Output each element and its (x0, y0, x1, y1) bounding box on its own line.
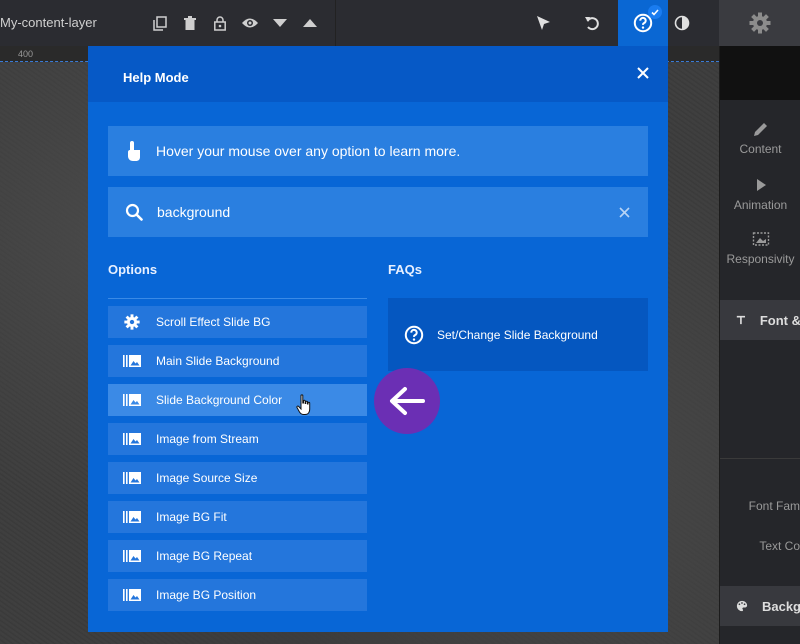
text-color-label: Text Co (759, 539, 800, 553)
hint-text: Hover your mouse over any option to lear… (156, 143, 461, 159)
hand-pointer-icon (128, 141, 140, 161)
help-mode-button[interactable] (618, 0, 668, 46)
search-input[interactable] (157, 197, 616, 227)
nav-content[interactable]: Content (720, 120, 800, 156)
options-divider (108, 298, 367, 299)
arrow-left-icon (374, 368, 440, 434)
nav-responsivity-label: Responsivity (726, 252, 795, 266)
play-icon (756, 179, 766, 191)
duplicate-icon[interactable] (150, 13, 170, 33)
option-image-from-stream[interactable]: Image from Stream (108, 423, 367, 455)
option-main-slide-background[interactable]: Main Slide Background (108, 345, 367, 377)
trash-icon[interactable] (180, 13, 200, 33)
font-family-label: Font Fam (748, 499, 800, 513)
bg-image-icon (123, 354, 141, 368)
clear-search-icon[interactable] (616, 204, 632, 220)
option-label: Image Source Size (156, 471, 258, 485)
ruler-mark: 400 (18, 49, 34, 59)
modal-title: Help Mode (123, 70, 189, 85)
option-scroll-effect-slide-bg[interactable]: Scroll Effect Slide BG (108, 306, 367, 338)
undo-icon[interactable] (582, 13, 602, 33)
top-toolbar: My-content-layer (0, 0, 800, 46)
option-image-bg-fit[interactable]: Image BG Fit (108, 501, 367, 533)
option-label: Image BG Repeat (156, 549, 253, 563)
option-label: Image BG Position (156, 588, 257, 602)
toolbar-divider (335, 0, 336, 46)
layer-name[interactable]: My-content-layer (0, 15, 97, 30)
bg-image-icon (123, 510, 141, 524)
help-mode-modal: Help Mode Hover your mouse over any opti… (88, 46, 668, 632)
check-icon (648, 5, 662, 19)
faqs-heading: FAQs (388, 262, 422, 277)
option-label: Scroll Effect Slide BG (156, 315, 271, 329)
gear-icon (123, 314, 141, 330)
arrow-down-icon[interactable] (270, 13, 290, 33)
palette-icon (736, 600, 748, 612)
faq-label: Set/Change Slide Background (437, 327, 598, 342)
bg-image-icon (123, 393, 141, 407)
font-section-label: Font & (759, 312, 800, 328)
option-slide-background-color[interactable]: Slide Background Color (108, 384, 367, 416)
font-section-row[interactable]: Font & (720, 300, 800, 340)
arrow-up-icon[interactable] (300, 13, 320, 33)
hint-banner: Hover your mouse over any option to lear… (108, 126, 648, 176)
nav-animation[interactable]: Animation (720, 176, 800, 212)
question-circle-icon (403, 324, 425, 346)
bg-image-icon (123, 588, 141, 602)
panel-header (720, 46, 800, 100)
help-search (108, 187, 648, 237)
background-section-label: Backg (761, 598, 800, 614)
background-section-row[interactable]: Backg (720, 586, 800, 626)
options-heading: Options (108, 262, 158, 277)
pointer-icon[interactable] (533, 13, 553, 33)
bg-image-icon (123, 432, 141, 446)
contrast-icon[interactable] (672, 13, 692, 33)
search-icon (125, 203, 143, 221)
option-label: Image from Stream (156, 432, 259, 446)
responsive-icon (752, 232, 769, 246)
faq-set-change-slide-background[interactable]: Set/Change Slide Background (388, 298, 648, 371)
nav-animation-label: Animation (733, 198, 788, 212)
settings-panel: Content Animation Responsivity Font & Fo… (719, 46, 800, 644)
bg-image-icon (123, 471, 141, 485)
nav-content-label: Content (739, 142, 782, 156)
settings-button[interactable] (719, 0, 800, 46)
eye-icon[interactable] (240, 13, 260, 33)
gear-icon (749, 12, 770, 34)
close-icon[interactable] (636, 66, 650, 80)
pencil-icon (753, 123, 767, 136)
option-image-bg-position[interactable]: Image BG Position (108, 579, 367, 611)
lock-icon[interactable] (210, 13, 230, 33)
nav-responsivity[interactable]: Responsivity (720, 230, 800, 266)
option-label: Main Slide Background (156, 354, 280, 368)
option-label: Slide Background Color (156, 393, 283, 407)
option-image-source-size[interactable]: Image Source Size (108, 462, 367, 494)
hand-cursor-icon (296, 394, 311, 415)
text-icon (736, 315, 746, 325)
bg-image-icon (123, 549, 141, 563)
option-label: Image BG Fit (156, 510, 227, 524)
modal-header: Help Mode (88, 46, 668, 102)
panel-divider (720, 458, 800, 459)
option-image-bg-repeat[interactable]: Image BG Repeat (108, 540, 367, 572)
